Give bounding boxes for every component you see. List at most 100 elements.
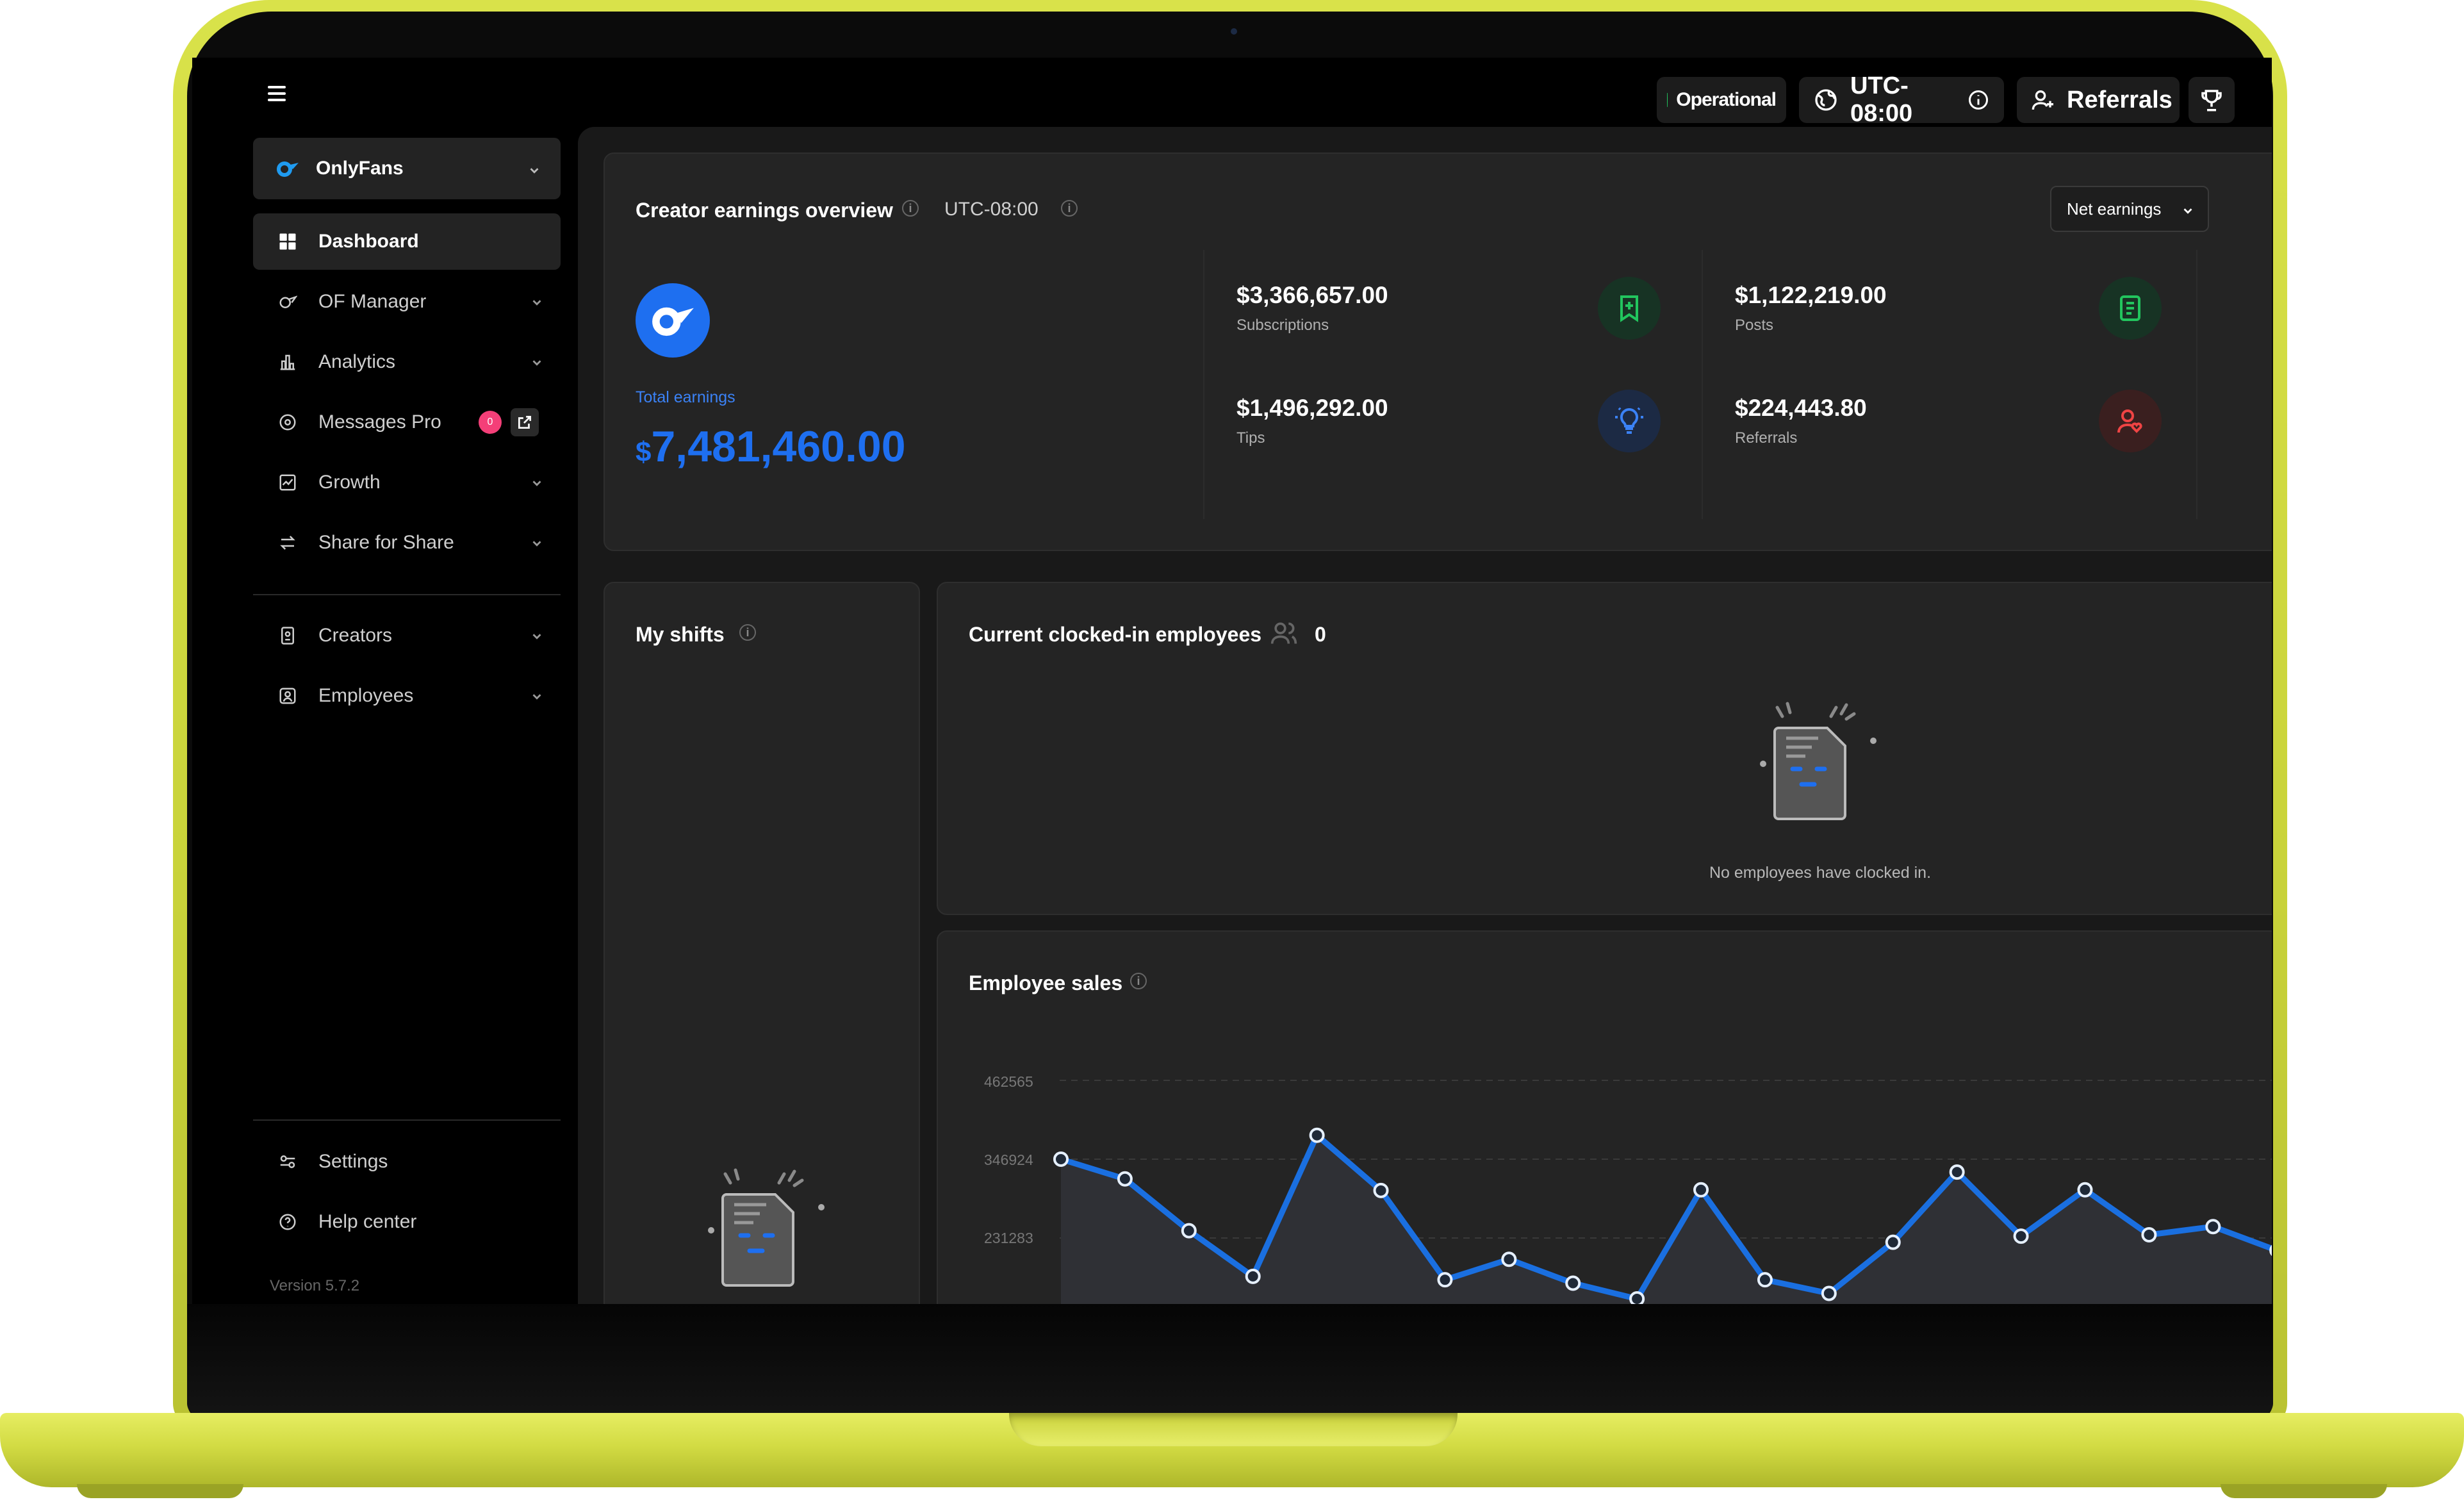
referrals-stat-label: Referrals xyxy=(1735,429,1798,447)
sidebar-item-settings[interactable]: Settings xyxy=(253,1134,561,1190)
sales-point[interactable] xyxy=(1437,1272,1453,1288)
platform-label: OnlyFans xyxy=(316,158,404,179)
main-content: Creator earnings overview i UTC-08:00 i … xyxy=(578,127,2272,1304)
sales-point[interactable] xyxy=(1117,1171,1133,1187)
clocked-in-count: 0 xyxy=(1315,623,1326,646)
sales-point[interactable] xyxy=(2141,1226,2157,1242)
sidebar-item-label: Dashboard xyxy=(318,231,419,252)
timezone-pill[interactable]: UTC-08:00 xyxy=(1799,72,2004,127)
posts-label: Posts xyxy=(1735,317,1774,334)
sidebar-divider xyxy=(253,1119,561,1121)
sales-point[interactable] xyxy=(1373,1182,1389,1198)
sales-point[interactable] xyxy=(1693,1182,1709,1198)
sidebar-item-label: Help center xyxy=(318,1211,417,1232)
total-currency: $ xyxy=(636,436,652,468)
earnings-overview-card: Creator earnings overview i UTC-08:00 i … xyxy=(604,153,2272,551)
sales-point[interactable] xyxy=(1245,1268,1261,1284)
chevron-down-icon xyxy=(530,534,544,556)
posts-value: $1,122,219.00 xyxy=(1735,282,1887,308)
sales-point[interactable] xyxy=(1949,1164,1965,1180)
growth-chart-icon xyxy=(276,471,299,494)
info-icon[interactable]: i xyxy=(739,624,756,641)
sidebar-item-analytics[interactable]: Analytics xyxy=(253,334,561,390)
trophy-button[interactable] xyxy=(2189,77,2235,123)
version-label: Version 5.7.2 xyxy=(270,1277,360,1294)
earnings-type-select[interactable]: Net earnings xyxy=(2050,186,2209,232)
clocked-in-title: Current clocked-in employees xyxy=(969,623,1262,646)
sales-area xyxy=(1061,1135,2272,1304)
sales-point[interactable] xyxy=(2205,1219,2221,1235)
sidebar-item-employees[interactable]: Employees xyxy=(253,668,561,724)
timezone-label: UTC-08:00 xyxy=(1850,72,1913,127)
chevron-down-icon xyxy=(530,353,544,375)
sales-point[interactable] xyxy=(1757,1272,1773,1288)
earnings-timezone: UTC-08:00 xyxy=(944,199,1039,220)
globe-clock-icon xyxy=(1813,87,1839,113)
sidebar-item-label: Messages Pro xyxy=(318,411,441,433)
sales-point[interactable] xyxy=(2013,1228,2029,1244)
of-manager-icon xyxy=(276,290,299,313)
users-icon xyxy=(1270,619,1298,650)
top-bar: Operational UTC-08:00 Referrals xyxy=(192,58,2272,128)
sales-point[interactable] xyxy=(1501,1251,1517,1267)
user-plus-icon xyxy=(2031,87,2057,113)
sales-point[interactable] xyxy=(1565,1275,1581,1291)
my-shifts-title: My shifts xyxy=(636,623,725,646)
sidebar-item-help-center[interactable]: Help center xyxy=(253,1194,561,1250)
chevron-down-icon xyxy=(530,627,544,648)
sales-point[interactable] xyxy=(2269,1244,2272,1257)
platform-selector[interactable]: OnlyFans xyxy=(253,138,561,199)
sales-point[interactable] xyxy=(1821,1285,1837,1301)
bookmark-plus-icon xyxy=(1598,277,1661,340)
app: Operational UTC-08:00 Referrals OnlyFans… xyxy=(192,58,2272,1304)
hamburger-menu-icon[interactable] xyxy=(268,86,286,101)
message-circle-icon xyxy=(276,411,299,434)
help-circle-icon xyxy=(276,1210,299,1234)
bar-chart-icon xyxy=(276,351,299,374)
sidebar-item-label: Settings xyxy=(318,1151,388,1172)
earnings-type-label: Net earnings xyxy=(2067,199,2162,219)
sliders-icon xyxy=(276,1150,299,1173)
status-label: Operational xyxy=(1676,89,1777,110)
onlyfans-logo-icon xyxy=(276,159,299,178)
sidebar-item-messages-pro[interactable]: Messages Pro 0 xyxy=(253,394,561,450)
subscriptions-label: Subscriptions xyxy=(1236,317,1329,334)
status-pill[interactable]: Operational xyxy=(1657,77,1786,123)
vertical-divider xyxy=(2196,250,2197,519)
total-amount: 7,481,460.00 xyxy=(651,422,906,471)
sidebar-item-dashboard[interactable]: Dashboard xyxy=(253,213,561,270)
sales-point[interactable] xyxy=(1629,1291,1645,1304)
sidebar-item-of-manager[interactable]: OF Manager xyxy=(253,274,561,330)
dashboard-grid-icon xyxy=(276,230,299,253)
sales-point[interactable] xyxy=(1053,1151,1069,1167)
employee-sales-card: Employee sales i 462565 346924 231283 xyxy=(937,930,2272,1304)
sales-point[interactable] xyxy=(2077,1182,2093,1198)
external-link-icon[interactable] xyxy=(511,408,539,436)
sidebar-item-label: Analytics xyxy=(318,351,396,372)
sidebar-item-label: OF Manager xyxy=(318,291,427,312)
sales-point[interactable] xyxy=(1309,1127,1325,1143)
empty-state-document-icon xyxy=(1752,700,1880,825)
sidebar-item-label: Creators xyxy=(318,625,393,646)
sales-point[interactable] xyxy=(1885,1234,1901,1250)
info-icon[interactable]: i xyxy=(1061,200,1078,217)
sidebar-item-label: Share for Share xyxy=(318,532,454,553)
referrals-button[interactable]: Referrals xyxy=(2017,77,2180,123)
screen: Operational UTC-08:00 Referrals OnlyFans… xyxy=(192,58,2272,1304)
lightbulb-icon xyxy=(1598,390,1661,452)
empty-state-document-icon xyxy=(700,1166,828,1291)
clocked-in-empty-message: No employees have clocked in. xyxy=(1709,864,1932,882)
subscriptions-value: $3,366,657.00 xyxy=(1236,282,1388,308)
sales-point[interactable] xyxy=(1181,1223,1197,1239)
sidebar-item-growth[interactable]: Growth xyxy=(253,454,561,511)
user-heart-icon xyxy=(2099,390,2162,452)
referrals-label: Referrals xyxy=(2067,86,2172,113)
tips-value: $1,496,292.00 xyxy=(1236,395,1388,421)
referrals-value: $224,443.80 xyxy=(1735,395,1867,421)
sidebar-item-share-for-share[interactable]: Share for Share xyxy=(253,515,561,571)
sidebar-item-label: Employees xyxy=(318,685,414,706)
laptop-foot-left xyxy=(77,1484,243,1498)
sidebar-item-creators[interactable]: Creators xyxy=(253,607,561,664)
trophy-icon xyxy=(2198,87,2225,113)
info-icon[interactable]: i xyxy=(902,200,919,217)
